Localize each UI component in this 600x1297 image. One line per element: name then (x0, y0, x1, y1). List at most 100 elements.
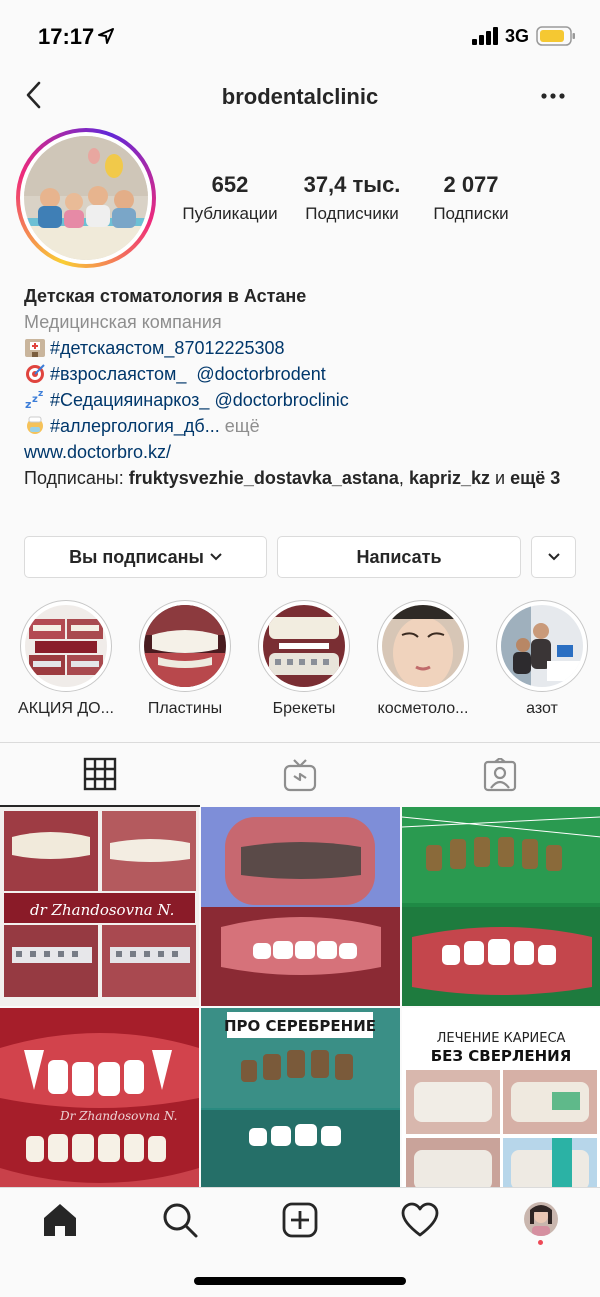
sleep-zzz-icon: z z z (25, 389, 43, 410)
website-link[interactable]: www.doctorbro.kz/ (24, 439, 584, 465)
tab-tagged[interactable] (400, 743, 600, 807)
hashtag-sedation[interactable]: #Седацияинаркоз_ (50, 390, 209, 410)
followers-count: 37,4 тыс. (303, 172, 401, 197)
status-time: 17:17 (38, 24, 95, 49)
highlight-label: азот (526, 700, 558, 717)
username-title: brodentalclinic (221, 84, 379, 109)
profile-category: Медицинская компания (24, 312, 222, 332)
followers-label: Подписчики (305, 204, 399, 223)
bio-line-3: z z z #Седацияинаркоз_ @doctorbroclinic (24, 387, 584, 413)
bio-line-1: #детскаястом_87012225308 (24, 335, 584, 361)
profile-name: Детская стоматология в Астане (24, 286, 307, 306)
hashtag-allergology[interactable]: #аллергология_дб... (50, 416, 220, 436)
followed-by-more: ещё 3 (510, 468, 561, 488)
highlight-cover (144, 605, 226, 687)
chevron-down-icon (210, 553, 222, 561)
stat-posts[interactable]: 652 Публикации (170, 172, 290, 224)
chevron-down-icon (547, 553, 560, 561)
highlight-nitrogen[interactable]: азот (482, 600, 600, 718)
highlight-cover (263, 605, 345, 687)
signal-icon (472, 27, 498, 45)
story-highlights: АКЦИЯ ДО... Пластины Брекеты косметоло..… (0, 600, 600, 725)
profile-tabs (0, 742, 600, 807)
following-label: Подписки (433, 204, 509, 223)
post-caption: ПРО СЕРЕБРЕНИЕ (224, 1017, 376, 1035)
highlight-cover (25, 605, 107, 687)
grid-icon (83, 757, 117, 791)
avatar-image (24, 136, 148, 260)
posts-grid: dr Zhandosovna N. Dr Zhandosovna N. ПРО … (0, 807, 600, 1187)
highlight-label: Брекеты (272, 700, 336, 717)
target-icon (26, 364, 45, 383)
message-button[interactable]: Написать (277, 536, 521, 578)
home-indicator (194, 1277, 406, 1285)
highlight-ring (139, 600, 231, 692)
bio-line-4: #аллергология_дб... ещё (24, 413, 584, 439)
highlight-cover (501, 605, 583, 687)
hashtag-kids-dental[interactable]: #детскаястом_87012225308 (50, 338, 285, 358)
followed-by[interactable]: Подписаны: fruktysvezhie_dostavka_astana… (24, 465, 584, 491)
add-post-icon[interactable] (280, 1200, 320, 1240)
heart-icon[interactable] (400, 1200, 440, 1240)
post-thumbnail[interactable] (201, 807, 400, 1006)
posts-label: Публикации (182, 204, 278, 223)
following-button[interactable]: Вы подписаны (24, 536, 267, 578)
home-icon[interactable] (40, 1200, 80, 1240)
mention-doctorbrodent[interactable]: @doctorbrodent (196, 364, 325, 384)
doctor-face-icon (27, 416, 43, 434)
followed-by-user-1: fruktysvezhie_dostavka_astana (128, 468, 399, 488)
profile-stats: 652 Публикации 37,4 тыс. Подписчики 2 07… (170, 172, 530, 232)
avatar-frame (20, 132, 152, 264)
mention-doctorbroclinic[interactable]: @doctorbroclinic (214, 390, 348, 410)
highlight-braces[interactable]: Брекеты (244, 600, 364, 718)
following-button-label: Вы подписаны (69, 546, 204, 567)
tagged-user-icon (483, 758, 517, 792)
highlight-cosmetology[interactable]: косметоло... (363, 600, 483, 718)
highlight-promo[interactable]: АКЦИЯ ДО... (6, 600, 126, 718)
followed-by-and: и (495, 468, 506, 488)
post-thumbnail[interactable]: Dr Zhandosovna N. (0, 1008, 199, 1187)
following-count: 2 077 (443, 172, 499, 197)
message-button-label: Написать (356, 546, 442, 567)
bio-more-link[interactable]: ещё (225, 416, 260, 436)
tab-grid[interactable] (0, 743, 200, 807)
svg-text:z: z (25, 398, 31, 410)
bio-line-2: #взрослаястом_ @doctorbrodent (24, 361, 584, 387)
hashtag-adult-dental[interactable]: #взрослаястом_ (50, 364, 186, 384)
profile-avatar[interactable] (16, 128, 156, 268)
highlight-ring (20, 600, 112, 692)
followed-by-separator: , (398, 468, 404, 488)
notification-dot (538, 1240, 543, 1245)
profile-tab-avatar[interactable] (524, 1202, 558, 1236)
search-icon[interactable] (160, 1200, 200, 1240)
suggested-accounts-button[interactable] (531, 536, 576, 578)
highlight-label: косметоло... (377, 700, 469, 717)
post-thumbnail[interactable]: dr Zhandosovna N. (0, 807, 199, 1006)
followed-by-prefix: Подписаны: (24, 468, 124, 488)
hospital-icon (25, 339, 45, 357)
more-horizontal-icon[interactable] (540, 84, 566, 108)
tab-igtv[interactable] (200, 743, 400, 807)
profile-header: brodentalclinic (0, 70, 600, 122)
post-thumbnail[interactable] (402, 807, 600, 1006)
followed-by-user-2: kapriz_kz (408, 468, 490, 488)
status-bar: 17:17 3G (0, 0, 600, 70)
stat-following[interactable]: 2 077 Подписки (412, 172, 530, 224)
highlight-ring (377, 600, 469, 692)
highlight-ring (496, 600, 588, 692)
profile-bio: Детская стоматология в Астане Медицинска… (24, 283, 584, 491)
highlight-label: АКЦИЯ ДО... (18, 700, 114, 717)
post-caption-line-1: ЛЕЧЕНИЕ КАРИЕСА (437, 1031, 566, 1046)
location-arrow-icon (98, 28, 114, 44)
post-caption: Dr Zhandosovna N. (59, 1109, 177, 1123)
highlight-label: Пластины (147, 700, 223, 717)
network-type: 3G (505, 26, 530, 46)
svg-text:z: z (38, 389, 43, 399)
highlight-ring (258, 600, 350, 692)
post-thumbnail[interactable]: ЛЕЧЕНИЕ КАРИЕСА БЕЗ СВЕРЛЕНИЯ (402, 1008, 600, 1187)
stat-followers[interactable]: 37,4 тыс. Подписчики (288, 172, 416, 224)
highlight-plates[interactable]: Пластины (125, 600, 245, 718)
post-caption: dr Zhandosovna N. (30, 901, 174, 919)
post-caption-line-2: БЕЗ СВЕРЛЕНИЯ (431, 1047, 572, 1065)
post-thumbnail[interactable]: ПРО СЕРЕБРЕНИЕ (201, 1008, 400, 1187)
